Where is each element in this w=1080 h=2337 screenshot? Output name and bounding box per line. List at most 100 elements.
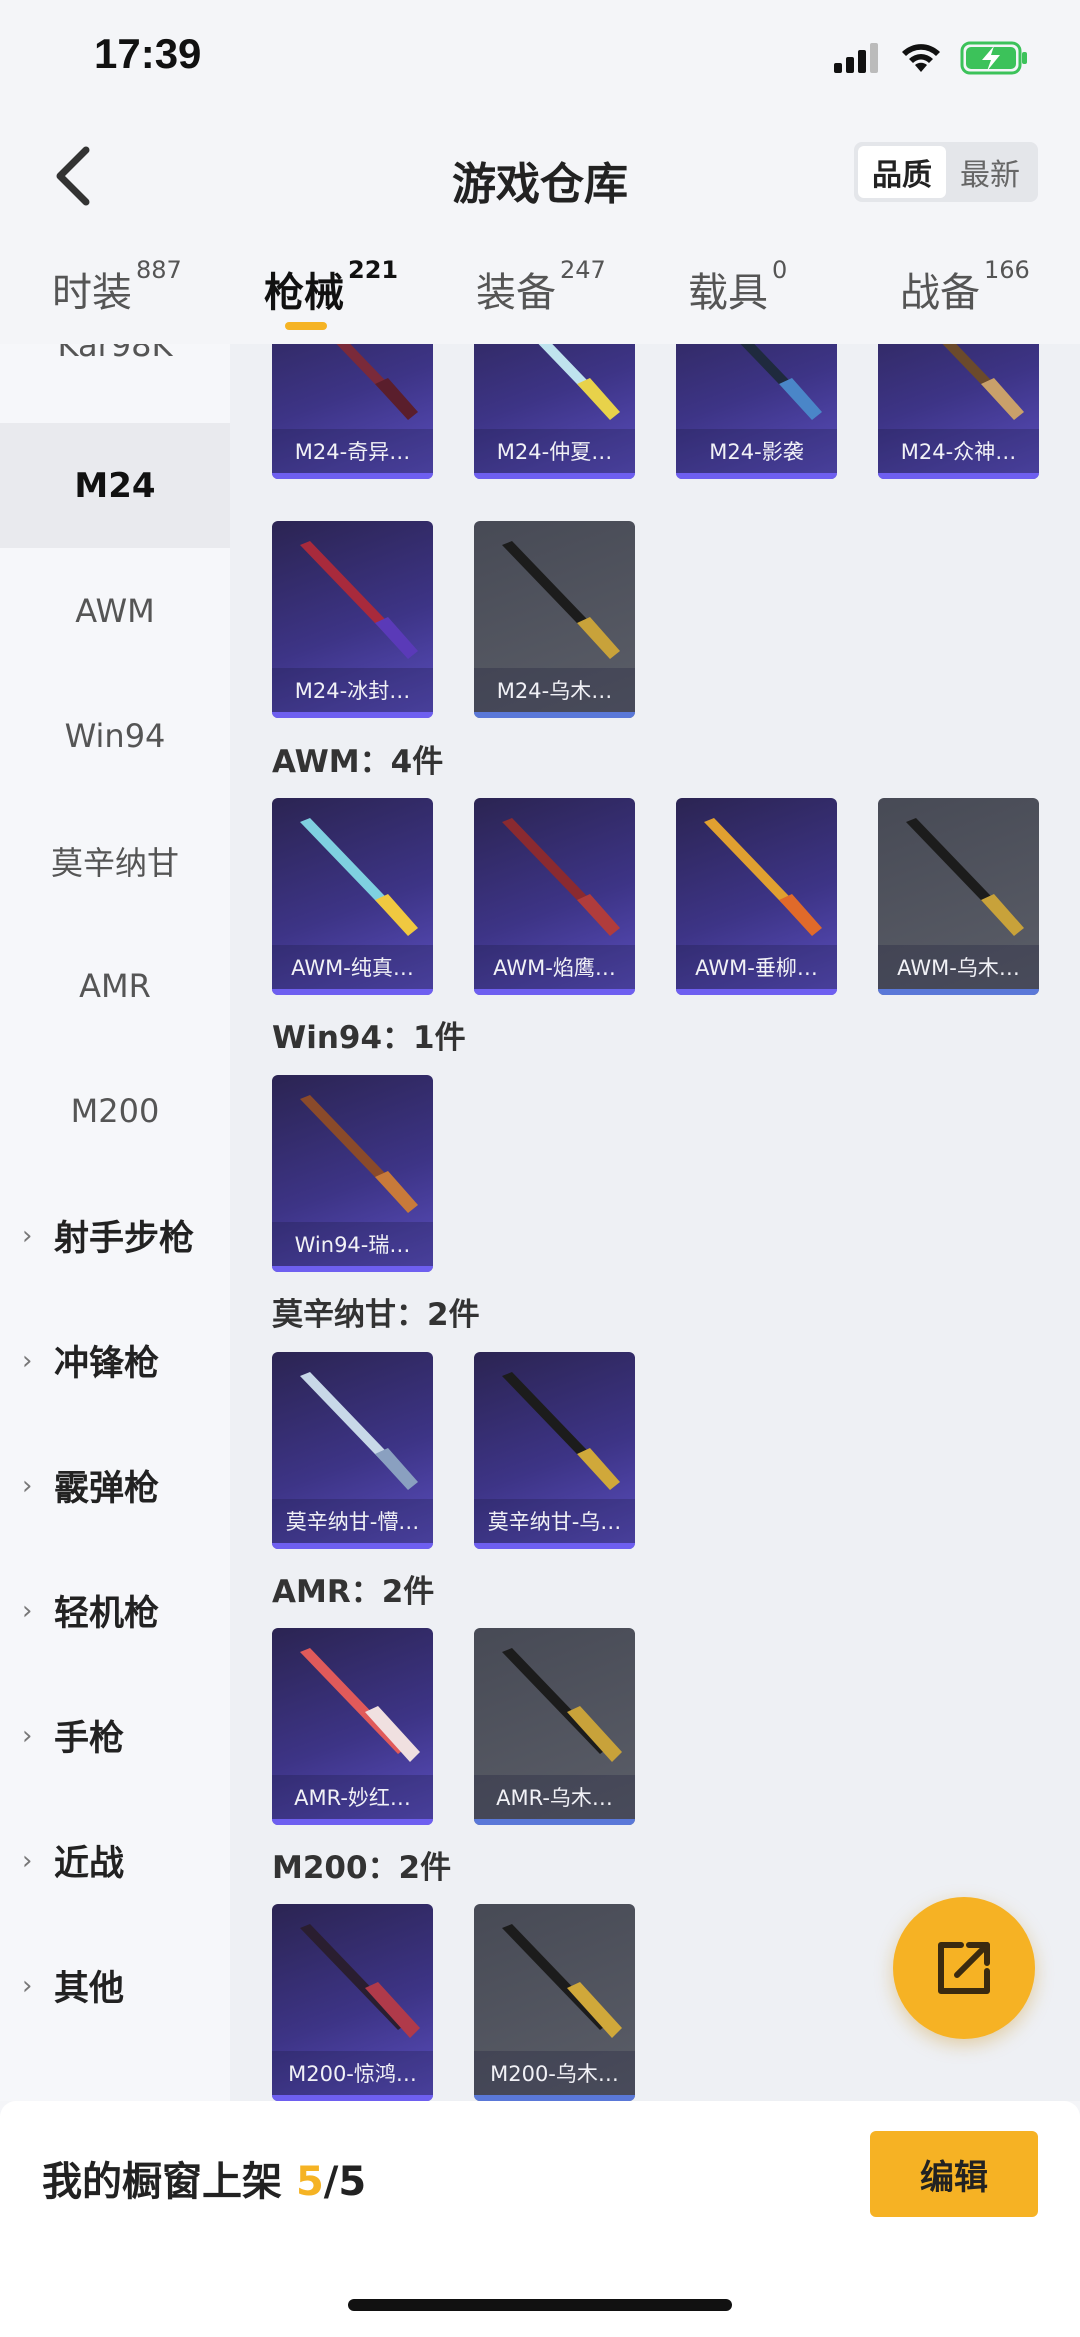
- weapon-card[interactable]: M24-仲夏…: [474, 344, 635, 479]
- weapon-name: AMR-乌木…: [474, 1775, 635, 1819]
- header: 游戏仓库 品质 最新: [0, 120, 1080, 232]
- tab-count: 887: [136, 256, 182, 284]
- showcase-current: 5: [295, 2159, 324, 2205]
- sidebar-item-amr[interactable]: AMR: [0, 923, 230, 1048]
- group-title-mosin: 莫辛纳甘：2件: [272, 1297, 480, 1333]
- weapon-name: AWM-纯真…: [272, 945, 433, 989]
- weapon-name: M200-惊鸿…: [272, 2051, 433, 2095]
- share-icon: [938, 1942, 990, 1994]
- weapon-card[interactable]: M200-乌木…: [474, 1904, 635, 2101]
- rifle-icon: [300, 1095, 418, 1213]
- weapon-card[interactable]: M24-众神…: [878, 344, 1039, 479]
- showcase-count: 5/5: [296, 2159, 366, 2205]
- weapon-card[interactable]: 莫辛纳甘-乌…: [474, 1352, 635, 1549]
- weapon-card[interactable]: AWM-乌木…: [878, 798, 1039, 995]
- sidebar-item-win94[interactable]: Win94: [0, 673, 230, 798]
- rarity-bar: [676, 989, 837, 995]
- tab-supplies[interactable]: 战备 166: [900, 256, 1030, 318]
- chevron-right-icon: ›: [22, 1470, 33, 1501]
- category-label: 手枪: [54, 1719, 125, 1759]
- sidebar-item-kar98k[interactable]: Kar98K: [0, 344, 230, 407]
- weapon-card[interactable]: M24-冰封…: [272, 521, 433, 718]
- sidebar-category-shotgun[interactable]: › 霰弹枪: [0, 1423, 230, 1548]
- rifle-icon: [502, 1924, 622, 2038]
- weapon-name: 莫辛纳甘-乌…: [474, 1499, 635, 1543]
- weapon-card[interactable]: M200-惊鸿…: [272, 1904, 433, 2101]
- category-tabs: 时装 887 枪械 221 装备 247 载具 0 战备 166: [0, 232, 1080, 344]
- weapon-name: M24-冰封…: [272, 668, 433, 712]
- signal-icon: [834, 43, 878, 73]
- weapon-name: AMR-妙红…: [272, 1775, 433, 1819]
- rifle-icon: [942, 344, 1024, 420]
- sidebar: Kar98K M24 AWM Win94 莫辛纳甘 AMR M200 › 射手步枪…: [0, 344, 230, 2101]
- active-tab-indicator: [285, 322, 327, 330]
- sidebar-item-awm[interactable]: AWM: [0, 548, 230, 673]
- sort-newest-option[interactable]: 最新: [946, 146, 1034, 198]
- sidebar-item-m200[interactable]: M200: [0, 1048, 230, 1173]
- tab-count: 0: [772, 256, 788, 284]
- sidebar-category-pistol[interactable]: › 手枪: [0, 1673, 230, 1798]
- edit-button[interactable]: 编辑: [870, 2131, 1038, 2217]
- rarity-bar: [272, 1819, 433, 1825]
- weapon-card[interactable]: AMR-乌木…: [474, 1628, 635, 1825]
- weapon-card[interactable]: M24-影袭: [676, 344, 837, 479]
- sidebar-item-mosin[interactable]: 莫辛纳甘: [0, 798, 230, 923]
- weapon-card[interactable]: AWM-纯真…: [272, 798, 433, 995]
- weapon-card[interactable]: 莫辛纳甘-懵…: [272, 1352, 433, 1549]
- weapon-card[interactable]: Win94-瑞…: [272, 1075, 433, 1272]
- showcase-total: /5: [323, 2159, 367, 2205]
- tab-vehicles[interactable]: 载具 0: [688, 256, 787, 318]
- sidebar-category-lmg[interactable]: › 轻机枪: [0, 1548, 230, 1673]
- rifle-icon: [300, 1924, 420, 2038]
- tab-label: 战备: [900, 270, 980, 316]
- tab-label: 枪械: [264, 270, 344, 316]
- status-icons: [834, 38, 1030, 78]
- group-title-awm: AWM：4件: [272, 744, 444, 780]
- group-title-m200: M200：2件: [272, 1850, 452, 1886]
- sidebar-category-other[interactable]: › 其他: [0, 1923, 230, 2048]
- status-time: 17:39: [94, 30, 202, 77]
- rarity-bar: [272, 712, 433, 718]
- sidebar-category-marksman[interactable]: › 射手步枪: [0, 1173, 230, 1298]
- weapon-card[interactable]: M24-奇异…: [272, 344, 433, 479]
- wifi-icon: [902, 44, 940, 72]
- rarity-bar: [474, 712, 635, 718]
- category-label: 射手步枪: [54, 1219, 195, 1259]
- weapon-card[interactable]: AWM-焰鹰…: [474, 798, 635, 995]
- rifle-icon: [502, 818, 620, 936]
- chevron-right-icon: ›: [22, 1845, 33, 1876]
- chevron-right-icon: ›: [22, 1220, 33, 1251]
- rarity-bar: [272, 989, 433, 995]
- home-indicator[interactable]: [348, 2299, 732, 2311]
- weapon-name: M24-仲夏…: [474, 429, 635, 473]
- weapon-name: AWM-焰鹰…: [474, 945, 635, 989]
- weapon-card[interactable]: AMR-妙红…: [272, 1628, 433, 1825]
- rarity-bar: [272, 1543, 433, 1549]
- rifle-icon: [300, 1372, 418, 1490]
- weapon-card[interactable]: M24-乌木…: [474, 521, 635, 718]
- tab-label: 装备: [476, 270, 556, 316]
- weapon-grid: M24-奇异… M24-仲夏… M24-影袭 M24-众神… M24-冰封… M…: [230, 344, 1080, 2101]
- tab-guns[interactable]: 枪械 221: [264, 256, 398, 318]
- tab-equipment[interactable]: 装备 247: [476, 256, 606, 318]
- sort-quality-option[interactable]: 品质: [858, 146, 946, 198]
- tab-count: 221: [348, 256, 399, 284]
- sidebar-category-melee[interactable]: › 近战: [0, 1798, 230, 1923]
- sort-toggle: 品质 最新: [854, 142, 1038, 202]
- weapon-name: M24-乌木…: [474, 668, 635, 712]
- category-label: 冲锋枪: [54, 1344, 160, 1384]
- weapon-name: M24-影袭: [676, 429, 837, 473]
- tab-label: 载具: [688, 270, 768, 316]
- sidebar-item-m24[interactable]: M24: [0, 423, 230, 548]
- rifle-icon: [906, 818, 1024, 936]
- weapon-name: Win94-瑞…: [272, 1222, 433, 1266]
- tab-count: 166: [984, 256, 1030, 284]
- chevron-right-icon: ›: [22, 1345, 33, 1376]
- tab-fashion[interactable]: 时装 887: [52, 256, 182, 318]
- rarity-bar: [272, 1266, 433, 1272]
- share-button[interactable]: [893, 1897, 1035, 2039]
- rarity-bar: [676, 473, 837, 479]
- weapon-card[interactable]: AWM-垂柳…: [676, 798, 837, 995]
- sidebar-category-smg[interactable]: › 冲锋枪: [0, 1298, 230, 1423]
- rarity-bar: [474, 473, 635, 479]
